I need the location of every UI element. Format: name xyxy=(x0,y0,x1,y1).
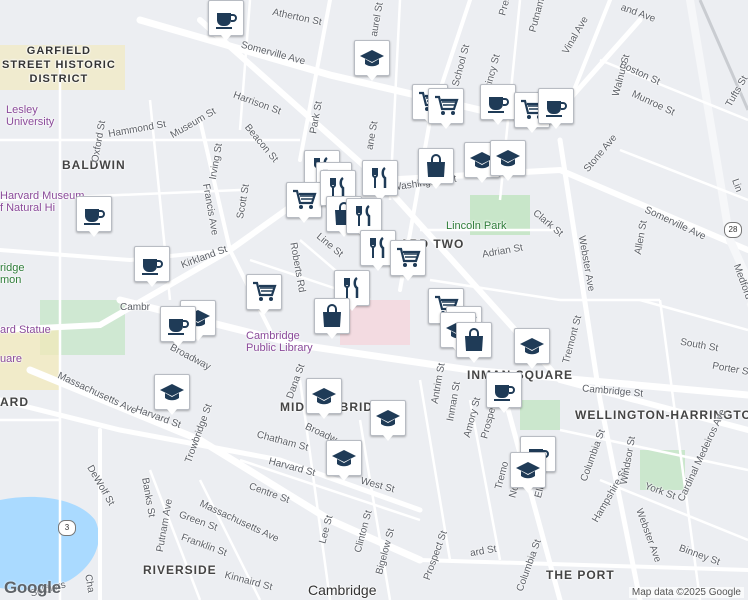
school-marker[interactable] xyxy=(370,400,406,441)
route-3-shield: 3 xyxy=(58,520,76,536)
shopping-marker[interactable] xyxy=(314,298,350,339)
cafe-marker[interactable] xyxy=(76,196,112,237)
poi-label-lesley: Lesley University xyxy=(6,104,55,128)
grocery-marker[interactable] xyxy=(428,88,464,129)
area-label-garfield: GARFIELD STREET HISTORIC DISTRICT xyxy=(2,45,116,85)
map-attribution[interactable]: Map data ©2025 Google xyxy=(628,587,744,598)
school-marker[interactable] xyxy=(510,452,546,493)
school-marker[interactable] xyxy=(490,140,526,181)
cafe-marker[interactable] xyxy=(538,88,574,129)
route-28-shield: 28 xyxy=(724,222,742,238)
school-marker[interactable] xyxy=(306,378,342,419)
poi-label-statue: ard Statue xyxy=(0,324,51,336)
grocery-marker[interactable] xyxy=(246,274,282,315)
cafe-marker[interactable] xyxy=(160,306,196,347)
restaurant-marker[interactable] xyxy=(362,160,398,201)
school-marker[interactable] xyxy=(154,374,190,415)
area-label-harvard: ARD xyxy=(0,395,29,409)
cafe-marker[interactable] xyxy=(134,246,170,287)
area-label-the-port: THE PORT xyxy=(546,568,615,582)
school-marker[interactable] xyxy=(354,40,390,81)
cafe-marker[interactable] xyxy=(480,84,516,125)
poi-label-lincoln-park: Lincoln Park xyxy=(446,220,507,232)
grocery-marker[interactable] xyxy=(286,182,322,223)
shopping-marker[interactable] xyxy=(418,148,454,189)
poi-label-museum: Harvard Museum f Natural Hi xyxy=(0,190,85,214)
map-canvas[interactable]: GARFIELD STREET HISTORIC DISTRICT BALDWI… xyxy=(0,0,748,600)
school-marker[interactable] xyxy=(514,328,550,369)
street-label: Cambr xyxy=(120,302,151,313)
area-label-harvard-square: uare xyxy=(0,353,23,365)
poi-label-library: Cambridge Public Library xyxy=(246,330,313,354)
cafe-marker[interactable] xyxy=(208,0,244,41)
school-marker[interactable] xyxy=(326,440,362,481)
google-logo[interactable]: Google xyxy=(4,578,61,598)
cafe-marker[interactable] xyxy=(486,372,522,413)
poi-label-common: ridge mon xyxy=(0,262,25,286)
area-label-riverside: RIVERSIDE xyxy=(143,563,217,577)
city-label-cambridge: Cambridge xyxy=(308,582,377,598)
shopping-marker[interactable] xyxy=(456,322,492,363)
grocery-marker[interactable] xyxy=(390,240,426,281)
restaurant-marker[interactable] xyxy=(346,198,382,239)
